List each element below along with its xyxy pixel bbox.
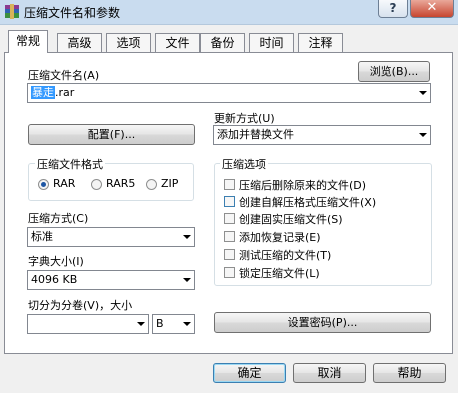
tab-backup[interactable]: 备份 bbox=[200, 33, 245, 52]
tab-comment[interactable]: 注释 bbox=[298, 33, 343, 52]
cancel-button[interactable]: 取消 bbox=[293, 363, 366, 383]
split-volumes-label: 切分为分卷(V)，大小 bbox=[28, 299, 133, 312]
dictionary-size-select[interactable]: 4096 KB bbox=[27, 270, 195, 290]
update-mode-label: 更新方式(U) bbox=[214, 112, 275, 125]
create-solid-checkbox[interactable] bbox=[224, 213, 235, 224]
archive-name-extension: .rar bbox=[55, 86, 75, 99]
lock-archive-label: 锁定压缩文件(L) bbox=[239, 267, 320, 280]
format-rar5-radio[interactable] bbox=[91, 179, 102, 190]
add-recovery-record-checkbox[interactable] bbox=[224, 231, 235, 242]
chevron-down-icon[interactable] bbox=[419, 133, 427, 137]
format-rar-radio[interactable] bbox=[38, 179, 49, 190]
help-title-button[interactable]: ? bbox=[378, 0, 408, 18]
browse-button[interactable]: 浏览(B)... bbox=[358, 61, 430, 82]
chevron-down-icon[interactable] bbox=[183, 278, 191, 282]
split-size-combo[interactable] bbox=[27, 314, 149, 334]
delete-after-archiving-checkbox[interactable] bbox=[224, 179, 235, 190]
dictionary-size-label: 字典大小(I) bbox=[28, 255, 84, 268]
set-password-button[interactable]: 设置密码(P)... bbox=[214, 312, 431, 333]
update-mode-select[interactable]: 添加并替换文件 bbox=[213, 125, 431, 145]
archive-name-label: 压缩文件名(A) bbox=[28, 69, 100, 82]
tab-files[interactable]: 文件 bbox=[155, 33, 200, 52]
tab-options[interactable]: 选项 bbox=[106, 33, 151, 52]
window-title: 压缩文件名和参数 bbox=[24, 6, 121, 20]
dictionary-size-value: 4096 KB bbox=[31, 273, 78, 286]
create-sfx-checkbox[interactable] bbox=[224, 196, 235, 207]
split-unit-value: B bbox=[156, 317, 164, 330]
format-rar-label: RAR bbox=[53, 177, 76, 190]
update-mode-value: 添加并替换文件 bbox=[217, 128, 294, 141]
chevron-down-icon[interactable] bbox=[419, 91, 427, 95]
profiles-button[interactable]: 配置(F)... bbox=[28, 124, 195, 145]
format-rar5-label: RAR5 bbox=[106, 177, 136, 190]
winrar-app-icon bbox=[5, 4, 19, 19]
tab-general[interactable]: 常规 bbox=[8, 30, 48, 53]
test-archived-files-checkbox[interactable] bbox=[224, 249, 235, 260]
create-solid-label: 创建固实压缩文件(S) bbox=[239, 213, 343, 226]
format-zip-radio[interactable] bbox=[146, 179, 157, 190]
help-button[interactable]: 帮助 bbox=[373, 363, 446, 383]
create-sfx-label: 创建自解压格式压缩文件(X) bbox=[239, 196, 377, 209]
chevron-down-icon[interactable] bbox=[183, 322, 191, 326]
tab-time[interactable]: 时间 bbox=[249, 33, 294, 52]
split-unit-select[interactable]: B bbox=[152, 314, 195, 334]
compression-method-label: 压缩方式(C) bbox=[28, 212, 89, 225]
archive-name-combo[interactable]: 暴走.rar bbox=[27, 83, 431, 103]
tab-advanced[interactable]: 高级 bbox=[57, 33, 102, 52]
compression-method-value: 标准 bbox=[31, 230, 53, 243]
archive-format-title: 压缩文件格式 bbox=[35, 156, 105, 172]
chevron-down-icon[interactable] bbox=[183, 235, 191, 239]
delete-after-archiving-label: 压缩后删除原来的文件(D) bbox=[239, 179, 367, 192]
test-archived-files-label: 测试压缩的文件(T) bbox=[239, 249, 332, 262]
format-zip-label: ZIP bbox=[161, 177, 179, 190]
compression-method-select[interactable]: 标准 bbox=[27, 227, 195, 247]
archiving-options-title: 压缩选项 bbox=[220, 156, 268, 172]
add-recovery-record-label: 添加恢复记录(E) bbox=[239, 231, 321, 244]
ok-button[interactable]: 确定 bbox=[213, 363, 286, 383]
lock-archive-checkbox[interactable] bbox=[224, 267, 235, 278]
archive-name-selected-text: 暴走 bbox=[31, 86, 55, 99]
chevron-down-icon[interactable] bbox=[137, 322, 145, 326]
close-button[interactable]: ✕ bbox=[410, 0, 454, 18]
